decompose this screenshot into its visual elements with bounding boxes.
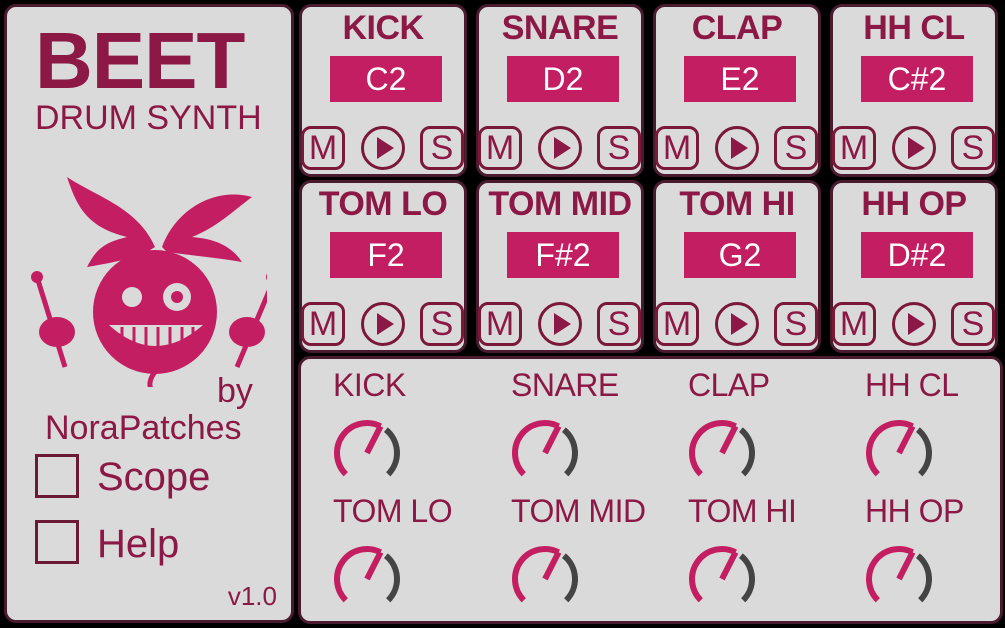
play-icon <box>554 137 571 159</box>
play-button[interactable] <box>361 126 405 170</box>
brand-panel: BEET DRUM SYNTH by NoraPatches Scope Hel… <box>4 4 294 623</box>
mute-button[interactable]: M <box>478 302 522 346</box>
drum-pad: TOM MID F#2 M S <box>476 180 644 353</box>
pad-name: KICK <box>342 9 424 47</box>
by-label: by <box>217 372 253 410</box>
mixer-channel-label: HH OP <box>865 493 964 529</box>
version-label: v1.0 <box>227 581 277 611</box>
solo-button[interactable]: S <box>774 126 818 170</box>
play-button[interactable] <box>892 302 936 346</box>
note-selector[interactable]: F2 <box>330 232 442 278</box>
solo-button[interactable]: S <box>951 126 995 170</box>
mixer-channel-label: HH CL <box>865 367 959 403</box>
play-icon <box>908 137 925 159</box>
solo-button[interactable]: S <box>420 126 464 170</box>
mute-button[interactable]: M <box>301 302 345 346</box>
play-button[interactable] <box>538 302 582 346</box>
mute-button[interactable]: M <box>655 302 699 346</box>
solo-button[interactable]: S <box>951 302 995 346</box>
mixer-channel-label: TOM HI <box>688 493 797 529</box>
app-subtitle: DRUM SYNTH <box>35 99 262 137</box>
play-button[interactable] <box>715 126 759 170</box>
level-knob[interactable] <box>865 411 945 491</box>
beet-mascot-logo <box>31 177 267 387</box>
mute-button[interactable]: M <box>832 126 876 170</box>
mute-button[interactable]: M <box>478 126 522 170</box>
pad-name: CLAP <box>691 9 783 47</box>
level-knob[interactable] <box>333 537 413 617</box>
drum-pad: TOM LO F2 M S <box>299 180 467 353</box>
level-knob[interactable] <box>333 411 413 491</box>
note-selector[interactable]: C2 <box>330 56 442 102</box>
mute-button[interactable]: M <box>655 126 699 170</box>
play-icon <box>908 313 925 335</box>
solo-button[interactable]: S <box>774 302 818 346</box>
note-selector[interactable]: D2 <box>507 56 619 102</box>
level-knob[interactable] <box>865 537 945 617</box>
drum-pad: HH CL C#2 M S <box>830 4 998 177</box>
level-knob[interactable] <box>511 537 591 617</box>
pad-name: TOM MID <box>488 185 632 223</box>
play-icon <box>731 313 748 335</box>
note-selector[interactable]: D#2 <box>861 232 973 278</box>
mixer-panel: KICK SNARE CLAP HH CL TOM LO TOM MID TOM HI HH … <box>298 356 1003 624</box>
level-knob[interactable] <box>688 411 768 491</box>
author-name: NoraPatches <box>45 409 242 447</box>
help-label[interactable]: Help <box>97 522 179 567</box>
play-icon <box>554 313 571 335</box>
drum-pad: CLAP E2 M S <box>653 4 821 177</box>
drum-pad: KICK C2 M S <box>299 4 467 177</box>
level-knob[interactable] <box>511 411 591 491</box>
play-icon <box>377 313 394 335</box>
mute-button[interactable]: M <box>301 126 345 170</box>
app-title: BEET <box>35 16 245 105</box>
mixer-channel-label: CLAP <box>688 367 770 403</box>
play-button[interactable] <box>715 302 759 346</box>
note-selector[interactable]: G2 <box>684 232 796 278</box>
help-checkbox[interactable] <box>35 520 79 564</box>
solo-button[interactable]: S <box>597 126 641 170</box>
pad-name: TOM HI <box>679 185 795 223</box>
play-button[interactable] <box>538 126 582 170</box>
pad-name: SNARE <box>501 9 619 47</box>
drum-pad: SNARE D2 M S <box>476 4 644 177</box>
note-selector[interactable]: C#2 <box>861 56 973 102</box>
level-knob[interactable] <box>688 537 768 617</box>
scope-label[interactable]: Scope <box>97 455 210 500</box>
play-button[interactable] <box>892 126 936 170</box>
play-icon <box>731 137 748 159</box>
mixer-channel-label: TOM LO <box>333 493 453 529</box>
solo-button[interactable]: S <box>420 302 464 346</box>
pad-name: TOM LO <box>318 185 448 223</box>
mute-button[interactable]: M <box>832 302 876 346</box>
mixer-channel-label: TOM MID <box>511 493 646 529</box>
mixer-channel-label: KICK <box>333 367 406 403</box>
play-icon <box>377 137 394 159</box>
scope-checkbox[interactable] <box>35 454 79 498</box>
note-selector[interactable]: F#2 <box>507 232 619 278</box>
drum-pad: HH OP D#2 M S <box>830 180 998 353</box>
pad-name: HH CL <box>863 9 965 47</box>
drum-pad: TOM HI G2 M S <box>653 180 821 353</box>
pad-name: HH OP <box>861 185 967 223</box>
play-button[interactable] <box>361 302 405 346</box>
note-selector[interactable]: E2 <box>684 56 796 102</box>
mixer-channel-label: SNARE <box>511 367 619 403</box>
solo-button[interactable]: S <box>597 302 641 346</box>
